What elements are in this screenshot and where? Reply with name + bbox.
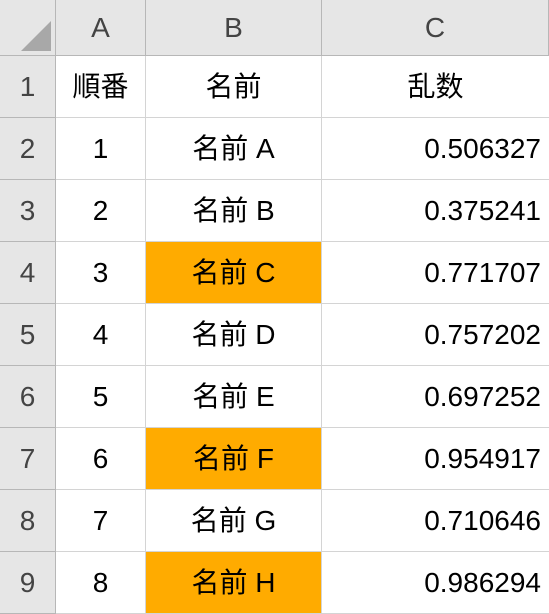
cell-A9[interactable]: 8 — [56, 552, 146, 614]
cell-A6[interactable]: 5 — [56, 366, 146, 428]
cell-C1[interactable]: 乱数 — [322, 56, 549, 118]
cell-B9[interactable]: 名前 H — [146, 552, 322, 614]
column-header-C[interactable]: C — [322, 0, 549, 56]
cell-C4[interactable]: 0.771707 — [322, 242, 549, 304]
cell-C3[interactable]: 0.375241 — [322, 180, 549, 242]
row-header-7[interactable]: 7 — [0, 428, 56, 490]
select-all-corner[interactable] — [0, 0, 56, 56]
column-header-A[interactable]: A — [56, 0, 146, 56]
cell-A8[interactable]: 7 — [56, 490, 146, 552]
cell-A4[interactable]: 3 — [56, 242, 146, 304]
spreadsheet-grid[interactable]: A B C 1 順番 名前 乱数 2 1 名前 A 0.506327 3 2 名… — [0, 0, 549, 614]
cell-B3[interactable]: 名前 B — [146, 180, 322, 242]
cell-C8[interactable]: 0.710646 — [322, 490, 549, 552]
row-header-5[interactable]: 5 — [0, 304, 56, 366]
cell-B2[interactable]: 名前 A — [146, 118, 322, 180]
cell-B4[interactable]: 名前 C — [146, 242, 322, 304]
cell-B8[interactable]: 名前 G — [146, 490, 322, 552]
cell-A3[interactable]: 2 — [56, 180, 146, 242]
cell-B6[interactable]: 名前 E — [146, 366, 322, 428]
cell-B5[interactable]: 名前 D — [146, 304, 322, 366]
cell-B1[interactable]: 名前 — [146, 56, 322, 118]
row-header-1[interactable]: 1 — [0, 56, 56, 118]
cell-A5[interactable]: 4 — [56, 304, 146, 366]
cell-C5[interactable]: 0.757202 — [322, 304, 549, 366]
cell-A1[interactable]: 順番 — [56, 56, 146, 118]
cell-A7[interactable]: 6 — [56, 428, 146, 490]
row-header-6[interactable]: 6 — [0, 366, 56, 428]
row-header-9[interactable]: 9 — [0, 552, 56, 614]
cell-C7[interactable]: 0.954917 — [322, 428, 549, 490]
row-header-2[interactable]: 2 — [0, 118, 56, 180]
column-header-B[interactable]: B — [146, 0, 322, 56]
row-header-4[interactable]: 4 — [0, 242, 56, 304]
cell-C9[interactable]: 0.986294 — [322, 552, 549, 614]
cell-C2[interactable]: 0.506327 — [322, 118, 549, 180]
cell-A2[interactable]: 1 — [56, 118, 146, 180]
row-header-3[interactable]: 3 — [0, 180, 56, 242]
row-header-8[interactable]: 8 — [0, 490, 56, 552]
cell-B7[interactable]: 名前 F — [146, 428, 322, 490]
cell-C6[interactable]: 0.697252 — [322, 366, 549, 428]
